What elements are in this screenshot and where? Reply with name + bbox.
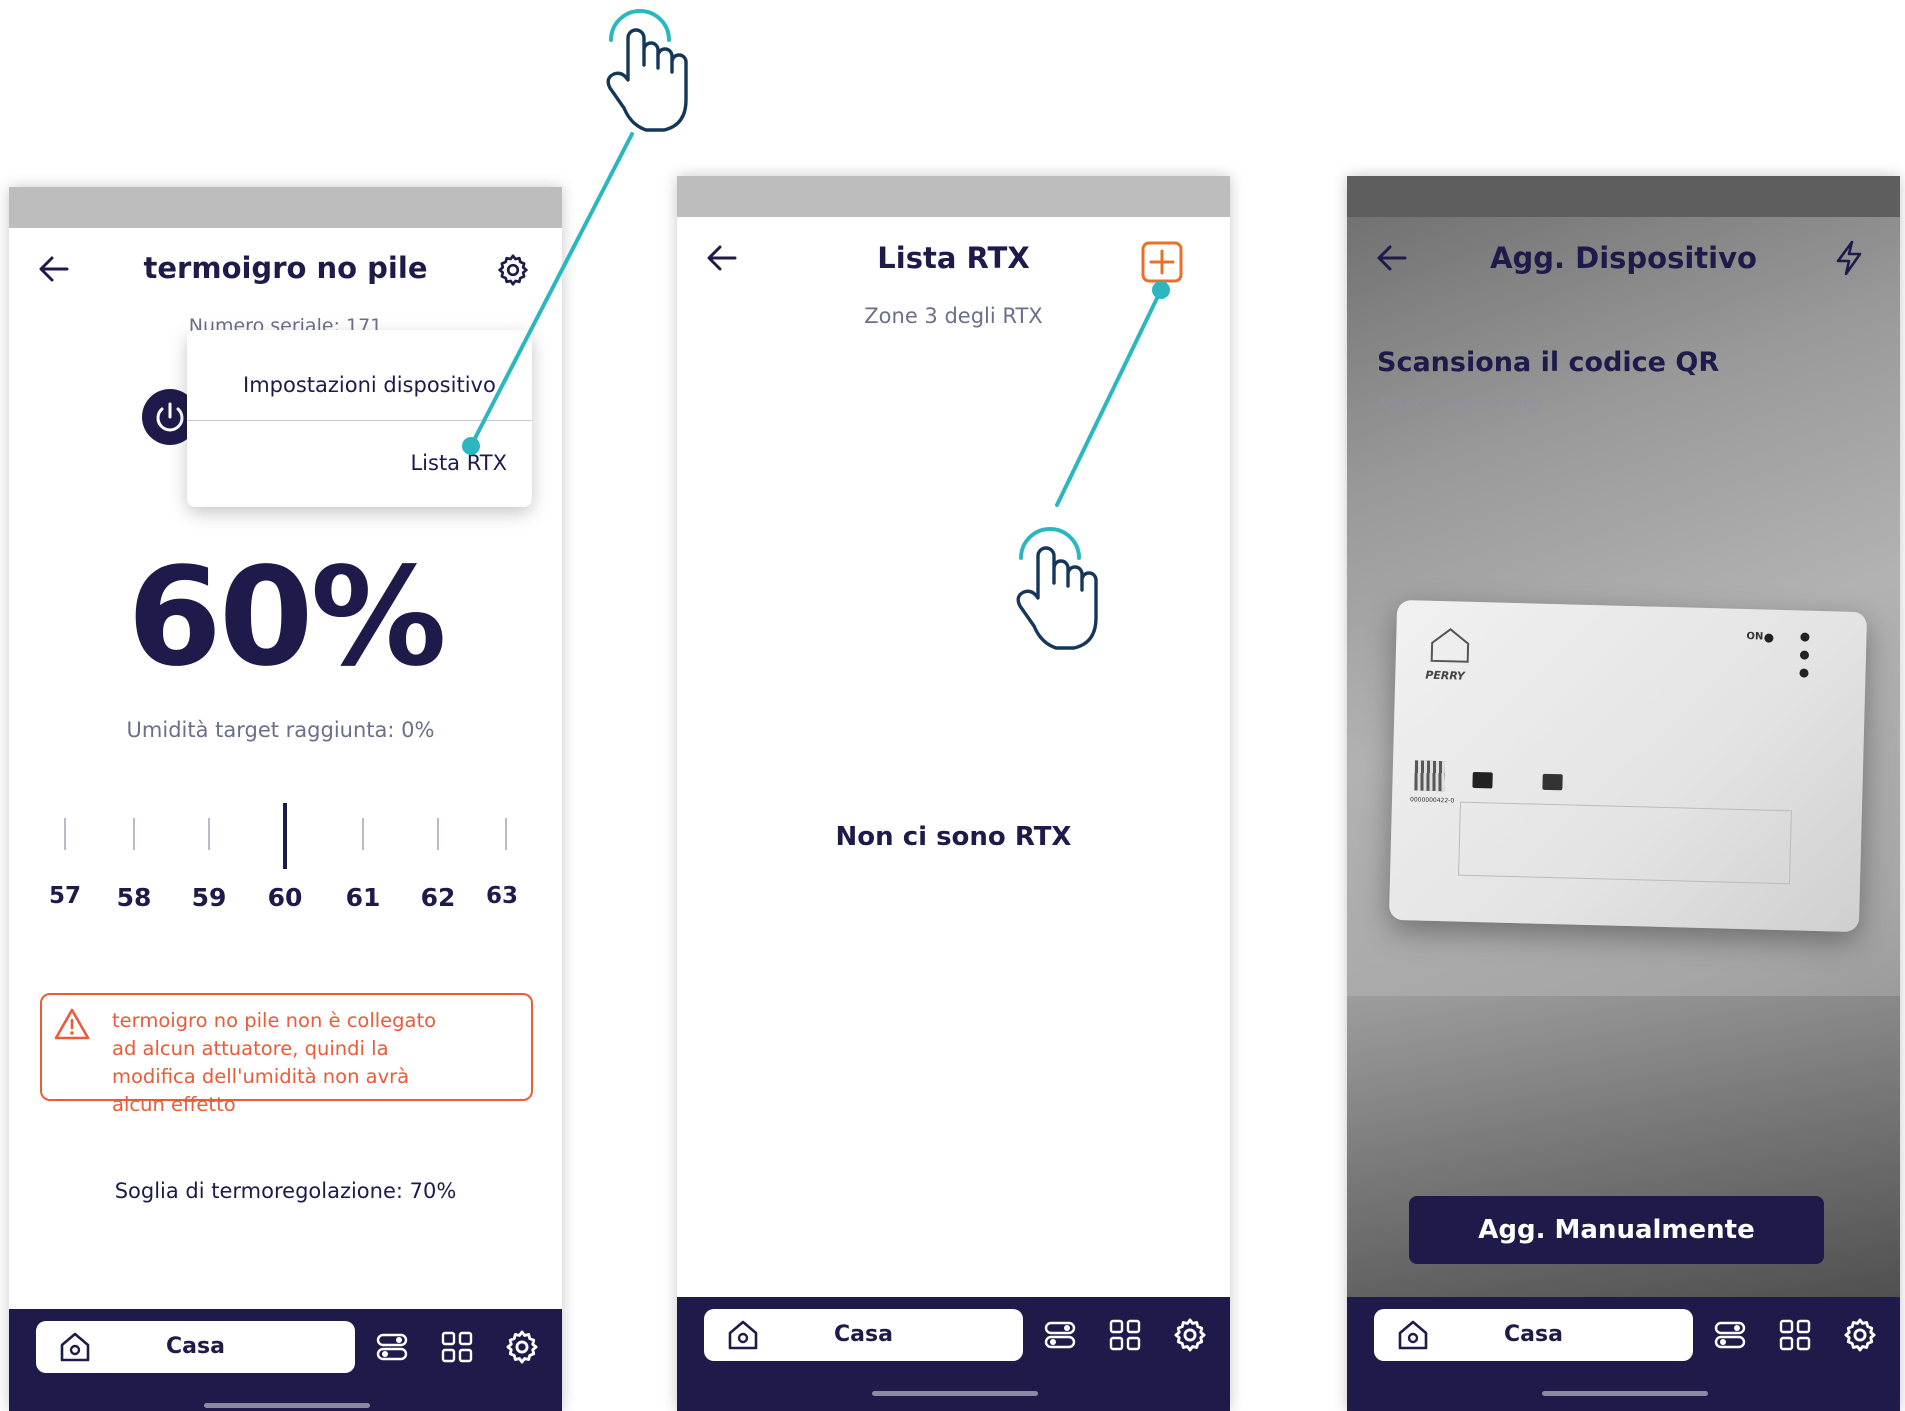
device-port	[1542, 773, 1563, 791]
home-indicator	[204, 1403, 370, 1408]
nav-home-button[interactable]: Casa	[36, 1321, 355, 1373]
scan-title: Scansiona il codice QR	[1377, 347, 1720, 378]
target-humidity-text: Umidità target raggiunta: 0%	[126, 718, 435, 742]
page-title: termoigro no pile	[143, 251, 428, 285]
camera-preview: PERRY ON 0000000422-0	[1347, 176, 1900, 1297]
ruler-tick	[362, 818, 364, 850]
brand-logo-icon	[1426, 625, 1475, 668]
ruler-tick	[208, 818, 210, 850]
ruler-value: 61	[345, 883, 381, 912]
bottom-nav: Casa	[9, 1309, 562, 1411]
ruler-value: 63	[485, 883, 518, 909]
status-bar	[677, 176, 1230, 217]
toggles-icon[interactable]	[1043, 1318, 1077, 1356]
screen-rtx-list: Lista RTX Zone 3 degli RTX Non ci sono R…	[677, 176, 1230, 1411]
ruler-tick	[133, 818, 135, 850]
warning-triangle-icon	[53, 1007, 91, 1041]
led-indicator	[1799, 650, 1810, 660]
ruler-tick	[505, 818, 507, 850]
home-indicator	[1542, 1391, 1708, 1396]
screen-add-device: PERRY ON 0000000422-0 Agg. Dispositivo S…	[1347, 176, 1900, 1411]
warning-text: termoigro no pile non è collegato ad alc…	[112, 1009, 437, 1116]
device-lid	[1458, 801, 1792, 885]
gear-icon[interactable]	[1841, 1316, 1879, 1358]
warning-box: termoigro no pile non è collegato ad alc…	[40, 993, 533, 1116]
camera-shadow	[1347, 176, 1900, 217]
gear-icon[interactable]	[503, 1328, 541, 1370]
screen-device-detail: termoigro no pile Numero seriale: 171 Im…	[9, 187, 562, 1411]
nav-home-label: Casa	[834, 1322, 893, 1347]
grid-icon[interactable]	[1778, 1318, 1812, 1356]
device-brand: PERRY	[1425, 668, 1465, 683]
ruler-tick	[64, 818, 66, 850]
status-bar	[9, 187, 562, 228]
ruler-value: 58	[116, 883, 152, 912]
ruler-value: 59	[191, 883, 227, 912]
toggles-icon[interactable]	[1713, 1318, 1747, 1356]
nav-home-label: Casa	[1504, 1322, 1563, 1347]
bottom-nav: Casa	[1347, 1297, 1900, 1411]
device-on-label: ON	[1746, 631, 1764, 643]
gear-icon[interactable]	[1171, 1316, 1209, 1358]
threshold-text: Soglia di termoregolazione: 70%	[114, 1179, 457, 1203]
add-manually-button[interactable]: Agg. Manualmente	[1409, 1196, 1824, 1264]
device-photo: PERRY ON 0000000422-0	[1388, 599, 1868, 933]
tap-hand-icon	[606, 9, 688, 132]
flash-icon[interactable]	[1832, 239, 1866, 277]
device-serial: 0000000422-0	[1409, 796, 1455, 805]
menu-item-device-settings[interactable]: Impostazioni dispositivo	[243, 373, 496, 397]
page-title: Agg. Dispositivo	[1490, 241, 1757, 275]
plus-icon[interactable]	[1141, 241, 1183, 283]
add-manually-label: Agg. Manualmente	[1478, 1215, 1755, 1245]
nav-home-button[interactable]: Casa	[1374, 1309, 1693, 1361]
scan-subtitle: Associa il dispositivo	[1377, 394, 1543, 413]
ruler-value: 62	[420, 883, 456, 912]
device-options-menu: Impostazioni dispositivo Lista RTX	[187, 330, 532, 507]
toggles-icon[interactable]	[375, 1330, 409, 1368]
ruler-value-selected: 60	[267, 883, 303, 912]
menu-item-rtx-list[interactable]: Lista RTX	[410, 451, 507, 475]
grid-icon[interactable]	[440, 1330, 474, 1368]
nav-home-label: Casa	[166, 1334, 225, 1359]
led-indicator	[1764, 633, 1774, 643]
led-indicator	[1799, 668, 1809, 678]
ruler-value: 57	[48, 883, 81, 909]
grid-icon[interactable]	[1108, 1318, 1142, 1356]
nav-home-button[interactable]: Casa	[704, 1309, 1023, 1361]
qr-code-sticker	[1414, 760, 1446, 792]
ruler-tick	[437, 818, 439, 850]
ruler-tick-selected	[283, 803, 287, 869]
device-port	[1472, 771, 1493, 789]
led-indicator	[1800, 632, 1810, 642]
humidity-ruler[interactable]: 57 58 59 60 61 62 63	[9, 803, 562, 927]
empty-state-text: Non ci sono RTX	[835, 822, 1072, 852]
menu-divider	[187, 420, 532, 421]
zone-subtitle: Zone 3 degli RTX	[864, 304, 1043, 328]
home-indicator	[872, 1391, 1038, 1396]
gear-icon[interactable]	[495, 252, 531, 288]
bottom-nav: Casa	[677, 1297, 1230, 1411]
humidity-value: 60%	[127, 539, 447, 697]
